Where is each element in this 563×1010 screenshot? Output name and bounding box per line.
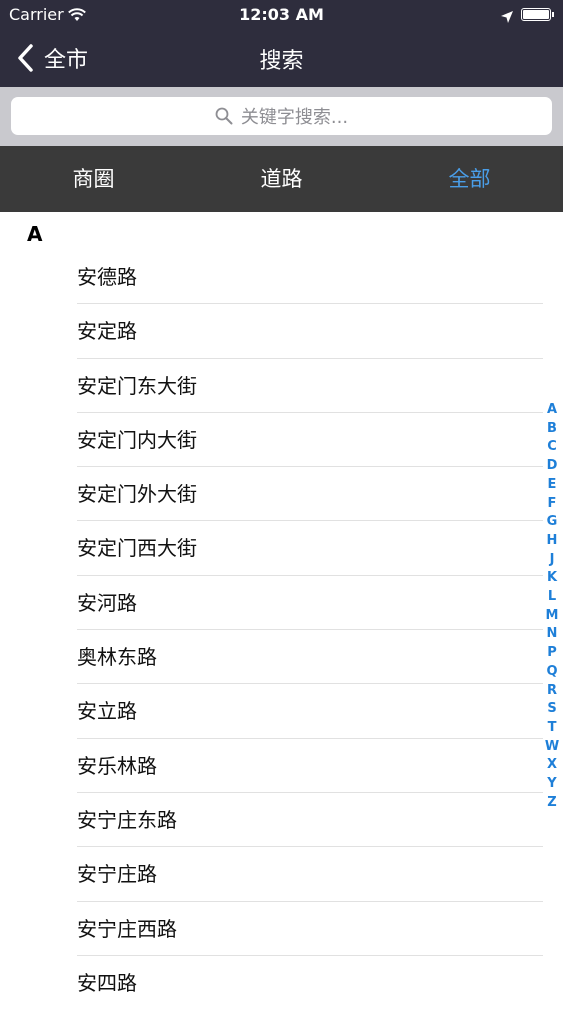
category-tabs: 商圈 道路 全部	[0, 146, 563, 212]
list-item[interactable]: 安宁庄西路	[0, 902, 563, 956]
clock: 12:03 AM	[239, 5, 324, 24]
search-input[interactable]: 关键字搜索...	[11, 97, 552, 135]
index-letter[interactable]: Z	[547, 794, 556, 813]
list-item-label: 安宁庄东路	[77, 807, 177, 832]
list-item[interactable]: 安宁庄路	[0, 847, 563, 902]
list-item-label: 安定门东大街	[77, 373, 197, 398]
list-item[interactable]: 安四路	[0, 956, 563, 1010]
index-letter[interactable]: W	[545, 738, 559, 757]
battery-icon	[521, 8, 554, 21]
list-item-label: 安定门外大街	[77, 482, 197, 507]
index-letter[interactable]: A	[547, 401, 557, 420]
index-letter[interactable]: R	[547, 682, 557, 701]
list-item-label: 安宁庄路	[77, 862, 157, 887]
index-letter[interactable]: J	[550, 551, 555, 570]
list-item-label: 安定路	[77, 319, 137, 344]
list-item[interactable]: 奥林东路	[0, 630, 563, 685]
list-item[interactable]: 安定路	[0, 304, 563, 359]
search-bar: 关键字搜索...	[0, 87, 563, 146]
tab-all[interactable]: 全部	[376, 146, 563, 212]
index-letter[interactable]: X	[547, 756, 557, 775]
location-icon	[501, 8, 513, 27]
list-item-label: 安四路	[77, 970, 137, 995]
index-letter[interactable]: K	[547, 569, 557, 588]
list-item[interactable]: 安德路	[0, 250, 563, 305]
list-item-label: 安立路	[77, 699, 137, 724]
alphabet-index[interactable]: ABCDEFGHJKLMNPQRSTWXYZ	[544, 401, 560, 812]
index-letter[interactable]: C	[547, 438, 557, 457]
list-item-label: 安定门内大街	[77, 427, 197, 452]
index-letter[interactable]: P	[547, 644, 557, 663]
index-letter[interactable]: B	[547, 420, 557, 439]
index-letter[interactable]: S	[547, 700, 556, 719]
list-item[interactable]: 安河路	[0, 576, 563, 631]
list-item[interactable]: 安宁庄东路	[0, 793, 563, 848]
list-item-label: 安河路	[77, 590, 137, 615]
list-item[interactable]: 安定门外大街	[0, 467, 563, 522]
list-item-label: 安乐林路	[77, 753, 157, 778]
index-letter[interactable]: D	[547, 457, 558, 476]
page-title: 搜索	[259, 49, 304, 74]
index-letter[interactable]: F	[548, 495, 557, 514]
list-item[interactable]: 安定门东大街	[0, 359, 563, 413]
index-letter[interactable]: H	[547, 532, 558, 551]
list-item[interactable]: 安定门内大街	[0, 413, 563, 468]
status-bar: Carrier 12:03 AM	[0, 0, 563, 30]
list-item-label: 安定门西大街	[77, 536, 197, 561]
list-item-label: 安德路	[77, 265, 137, 289]
index-letter[interactable]: M	[546, 607, 559, 626]
list-item[interactable]: 安立路	[0, 684, 563, 739]
section-header: A	[27, 222, 43, 246]
tab-business-district[interactable]: 商圈	[0, 146, 187, 212]
index-letter[interactable]: L	[548, 588, 556, 607]
list-item-label: 安宁庄西路	[77, 916, 177, 941]
list-item[interactable]: 安乐林路	[0, 739, 563, 793]
navigation-bar: 全市 搜索	[0, 30, 563, 87]
list-item-label: 奥林东路	[77, 645, 157, 670]
index-letter[interactable]: N	[547, 625, 558, 644]
index-letter[interactable]: G	[547, 513, 558, 532]
list-item[interactable]: 安定门西大街	[0, 521, 563, 576]
index-letter[interactable]: E	[548, 476, 557, 495]
search-placeholder: 关键字搜索...	[240, 107, 349, 128]
index-letter[interactable]: Q	[546, 663, 557, 682]
tab-roads[interactable]: 道路	[188, 146, 375, 212]
index-letter[interactable]: Y	[547, 775, 556, 794]
road-list: 安德路安定路安定门东大街 安定门内大街 安定门外大街 安定门西大街 安河路奥林东路安立路…	[0, 250, 563, 1010]
search-icon	[215, 107, 233, 125]
index-letter[interactable]: T	[548, 719, 557, 738]
